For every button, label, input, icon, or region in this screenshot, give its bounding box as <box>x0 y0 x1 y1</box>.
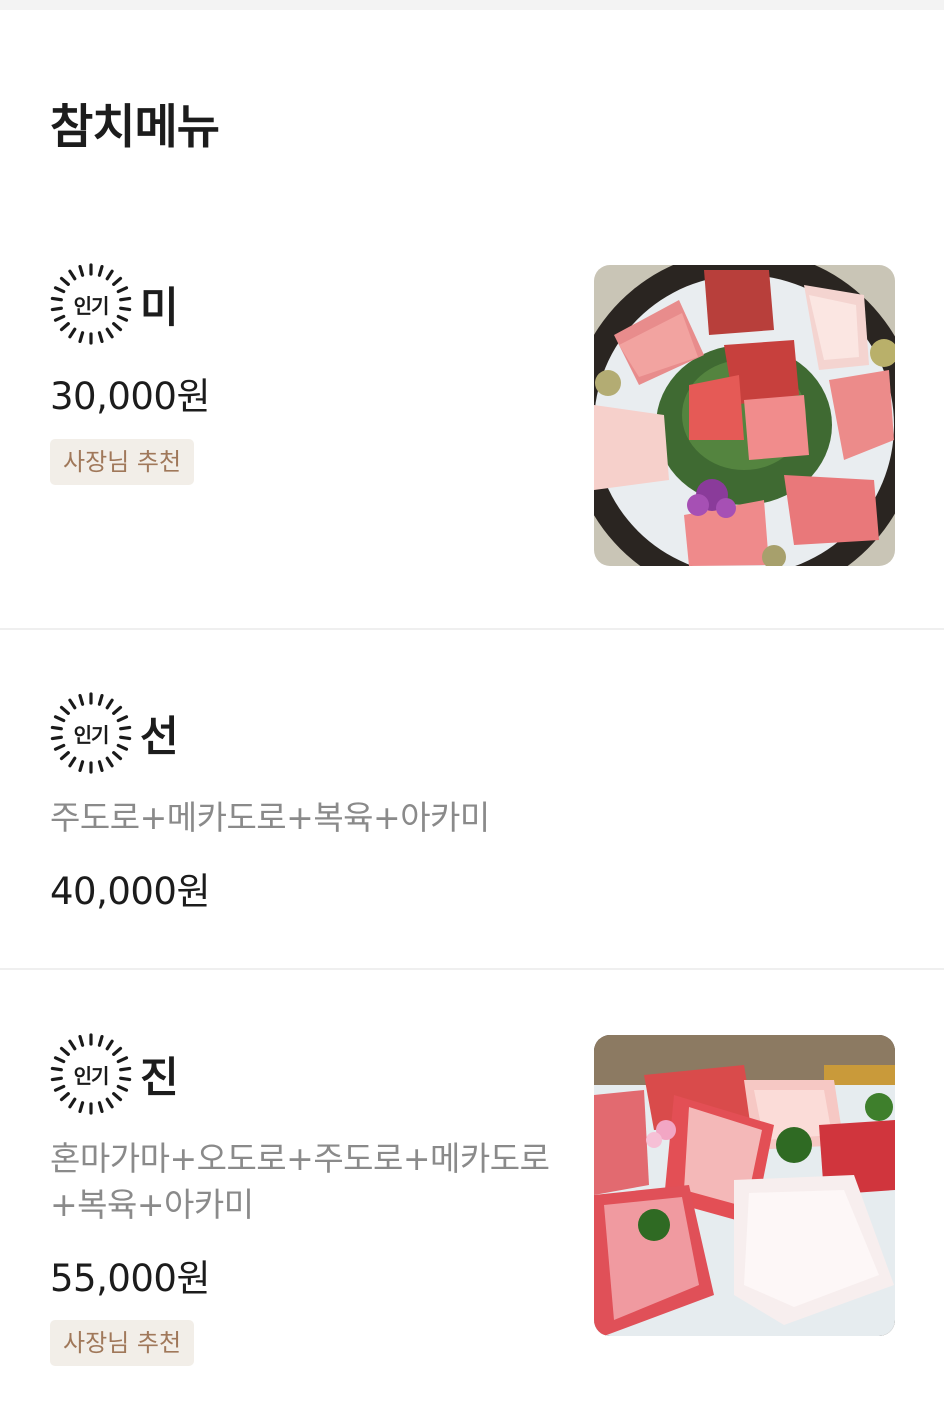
menu-item-description-line: +복육+아카미 <box>50 1185 254 1224</box>
menu-item-description: 주도로+메카도로+복육+아카미 <box>50 798 490 837</box>
menu-item-price: 55,000원 <box>50 1257 211 1300</box>
menu-item-name: 선 <box>140 711 179 761</box>
popular-badge-label: 인기 <box>73 1063 110 1088</box>
menu-item-price: 30,000원 <box>50 375 211 418</box>
top-bar <box>0 0 944 10</box>
section-title: 참치메뉴 <box>50 100 220 155</box>
popular-badge-label: 인기 <box>73 722 110 747</box>
menu-item-description: 혼마가마+오도로+주도로+메카도로 +복육+아카미 <box>50 1136 550 1228</box>
menu-item-photo[interactable] <box>594 265 895 566</box>
menu-item-photo[interactable] <box>594 1035 895 1336</box>
menu-item-name-row: 인기 진 <box>50 1032 179 1116</box>
popular-badge-icon: 인기 <box>50 263 132 345</box>
popular-badge-icon: 인기 <box>50 1033 132 1115</box>
popular-badge-icon: 인기 <box>50 692 132 774</box>
menu-item-price: 40,000원 <box>50 870 211 913</box>
menu-item-name: 진 <box>140 1052 179 1102</box>
recommend-tag: 사장님 추천 <box>50 1320 195 1366</box>
item-divider <box>0 628 944 630</box>
popular-badge-label: 인기 <box>73 293 110 318</box>
menu-item-name-row: 인기 미 <box>50 262 179 346</box>
recommend-tag: 사장님 추천 <box>50 439 195 485</box>
menu-item-description-line: 혼마가마+오도로+주도로+메카도로 <box>50 1139 550 1178</box>
menu-item-name-row: 인기 선 <box>50 691 179 775</box>
item-divider <box>0 968 944 970</box>
menu-item-name: 미 <box>140 282 179 332</box>
